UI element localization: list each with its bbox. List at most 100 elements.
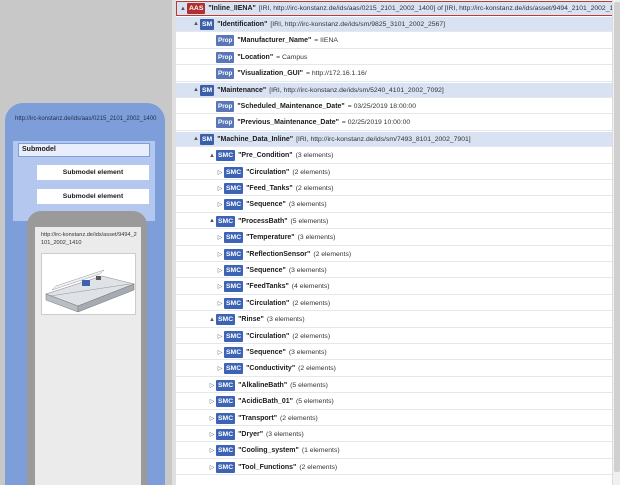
submodel-element-1[interactable]: Submodel element xyxy=(37,165,149,180)
element-name: "AcidicBath_01" xyxy=(238,398,293,406)
tree-row[interactable]: ▷ SMC "Circulation" (2 elements) xyxy=(176,165,616,180)
tree-row[interactable]: ▷ SMC "FeedTanks" (4 elements) xyxy=(176,280,616,295)
prop-type-badge: Prop xyxy=(216,35,235,47)
element-name: "Cooling_system" xyxy=(238,447,299,455)
expand-toggle-icon[interactable]: ▷ xyxy=(216,169,224,176)
expand-toggle-icon[interactable]: ▷ xyxy=(208,464,216,471)
tree-row[interactable]: ▲ SMC "Rinse" (3 elements) xyxy=(176,313,616,328)
tree-row[interactable]: Prop "Previous_Maintenance_Date" = 02/25/2… xyxy=(176,116,616,131)
expand-toggle-icon[interactable]: ▷ xyxy=(208,382,216,389)
tree-row[interactable]: Prop "Scheduled_Maintenance_Date" = 03/25/… xyxy=(176,99,616,115)
element-name: "Transport" xyxy=(238,414,278,422)
tree-row[interactable]: ▷ SMC "Temperature" (3 elements) xyxy=(176,231,616,246)
scroll-thumb[interactable] xyxy=(614,2,620,472)
expand-toggle-icon[interactable]: ▷ xyxy=(208,431,216,438)
smc-type-badge: SMC xyxy=(216,150,236,162)
expand-toggle-icon[interactable]: ▷ xyxy=(216,349,224,356)
tree-row[interactable]: ▲ SM "Machine_Data_Inline" [IRI, http://irc… xyxy=(176,132,616,148)
element-name: "Maintenance" xyxy=(217,86,267,94)
tree-row[interactable]: Prop "Visualization_GUI" = http://172.16.1… xyxy=(176,67,616,82)
smc-type-badge: SMC xyxy=(224,232,244,244)
element-info: = 02/25/2019 10:00:00 xyxy=(341,119,411,127)
tree-row[interactable]: ▷ SMC "Transport" (2 elements) xyxy=(176,411,616,426)
asset-card[interactable]: http://irc-konstanz.de/ids/asset/9494_21… xyxy=(27,211,147,485)
element-name: "Temperature" xyxy=(246,234,295,242)
tree-row[interactable]: ▷ SMC "AlkalineBath" (5 elements) xyxy=(176,378,616,394)
element-info: (3 elements) xyxy=(288,348,327,356)
element-info: (3 elements) xyxy=(295,152,334,160)
expand-toggle-icon[interactable]: ▷ xyxy=(216,267,224,274)
tree-row[interactable]: ▲ SMC "Pre_Condition" (3 elements) xyxy=(176,149,616,164)
tree-row[interactable]: ▷ SMC "Sequence" (3 elements) xyxy=(176,345,616,361)
aas-tree-view[interactable]: ▲ AAS "Inline_IIENA" [IRI, http://irc-konst… xyxy=(176,0,620,485)
tree-row[interactable]: ▷ SMC "Tool_Functions" (2 elements) xyxy=(176,460,616,476)
vertical-scrollbar[interactable] xyxy=(612,0,620,485)
expand-toggle-icon[interactable]: ▷ xyxy=(208,398,216,405)
tree-row[interactable]: ▷ SMC "Dryer" (3 elements) xyxy=(176,427,616,443)
element-name: "Dryer" xyxy=(238,430,264,438)
smc-type-badge: SMC xyxy=(224,346,244,358)
collapse-toggle-icon[interactable]: ▲ xyxy=(208,218,216,224)
tree-row[interactable]: ▲ AAS "Inline_IIENA" [IRI, http://irc-konst… xyxy=(176,1,616,16)
tree-row[interactable]: ▷ SMC "Sequence" (3 elements) xyxy=(176,198,616,213)
expand-toggle-icon[interactable]: ▷ xyxy=(208,415,216,422)
tree-row[interactable]: ▲ SMC "ProcessBath" (5 elements) xyxy=(176,214,616,230)
element-name: "Sequence" xyxy=(246,348,286,356)
aas-card[interactable]: http://irc-konstanz.de/ids/aas/0215_2101… xyxy=(5,103,165,485)
element-info: (4 elements) xyxy=(291,283,330,291)
tree-row[interactable]: ▷ SMC "Cooling_system" (1 elements) xyxy=(176,444,616,459)
collapse-toggle-icon[interactable]: ▲ xyxy=(192,136,200,142)
smc-type-badge: SMC xyxy=(216,428,236,440)
collapse-toggle-icon[interactable]: ▲ xyxy=(192,87,200,93)
expand-toggle-icon[interactable]: ▷ xyxy=(216,234,224,241)
expand-toggle-icon[interactable]: ▷ xyxy=(216,300,224,307)
element-info: (3 elements) xyxy=(288,201,327,209)
tree-row[interactable]: ▲ SM "Identification" [IRI, http://irc-kons… xyxy=(176,17,616,33)
expand-toggle-icon[interactable]: ▷ xyxy=(216,283,224,290)
element-name: "Location" xyxy=(237,53,274,61)
tree-row[interactable]: Prop "Manufacturer_Name" = IIENA xyxy=(176,34,616,49)
tree-row[interactable]: ▷ SMC "Sequence" (3 elements) xyxy=(176,263,616,279)
element-name: "ProcessBath" xyxy=(238,217,288,225)
prop-type-badge: Prop xyxy=(216,68,235,80)
tree-row[interactable]: ▷ SMC "AcidicBath_01" (5 elements) xyxy=(176,395,616,410)
element-name: "Circulation" xyxy=(246,299,290,307)
element-info: (3 elements) xyxy=(266,430,304,438)
expand-toggle-icon[interactable]: ▷ xyxy=(216,251,224,258)
smc-type-badge: SMC xyxy=(216,396,236,408)
element-name: "AlkalineBath" xyxy=(238,381,288,389)
collapse-toggle-icon[interactable]: ▲ xyxy=(208,317,216,323)
collapse-toggle-icon[interactable]: ▲ xyxy=(179,6,187,12)
element-name: "Circulation" xyxy=(246,332,290,340)
element-info: (2 elements) xyxy=(298,365,336,373)
element-name: "Feed_Tanks" xyxy=(246,184,293,192)
expand-toggle-icon[interactable]: ▷ xyxy=(216,201,224,208)
smc-type-badge: SMC xyxy=(224,264,244,276)
element-info: (2 elements) xyxy=(280,414,318,422)
element-name: "Circulation" xyxy=(246,168,290,176)
element-info: = 03/25/2019 18:00:00 xyxy=(347,102,416,110)
tree-row[interactable]: ▷ SMC "Circulation" (2 elements) xyxy=(176,296,616,312)
element-info: (1 elements) xyxy=(301,447,340,455)
tree-row[interactable]: ▷ SMC "Circulation" (2 elements) xyxy=(176,329,616,344)
sm-type-badge: SM xyxy=(200,84,215,96)
tree-row[interactable]: ▷ SMC "ReflectionSensor" (2 elements) xyxy=(176,247,616,262)
tree-row[interactable]: ▷ SMC "Feed_Tanks" (2 elements) xyxy=(176,181,616,197)
expand-toggle-icon[interactable]: ▷ xyxy=(216,365,224,372)
sm-type-badge: SM xyxy=(200,18,215,30)
tree-row[interactable]: Prop "Location" = Campus xyxy=(176,50,616,66)
element-info: = IIENA xyxy=(314,37,338,45)
expand-toggle-icon[interactable]: ▷ xyxy=(208,447,216,454)
tree-row[interactable]: ▷ SMC "Conductivity" (2 elements) xyxy=(176,362,616,377)
expand-toggle-icon[interactable]: ▷ xyxy=(216,333,224,340)
submodel-box[interactable]: Submodel Submodel element Submodel eleme… xyxy=(13,141,155,221)
element-info: [IRI, http://irc-konstanz.de/ids/sm/9825… xyxy=(270,20,445,28)
element-name: "Visualization_GUI" xyxy=(237,70,303,78)
collapse-toggle-icon[interactable]: ▲ xyxy=(208,153,216,159)
element-info: (3 elements) xyxy=(297,234,336,242)
collapse-toggle-icon[interactable]: ▲ xyxy=(192,21,200,27)
expand-toggle-icon[interactable]: ▷ xyxy=(216,185,224,192)
element-name: "Pre_Condition" xyxy=(238,152,293,160)
submodel-element-2[interactable]: Submodel element xyxy=(37,189,149,204)
tree-row[interactable]: ▲ SM "Maintenance" [IRI, http://irc-konstan… xyxy=(176,83,616,98)
